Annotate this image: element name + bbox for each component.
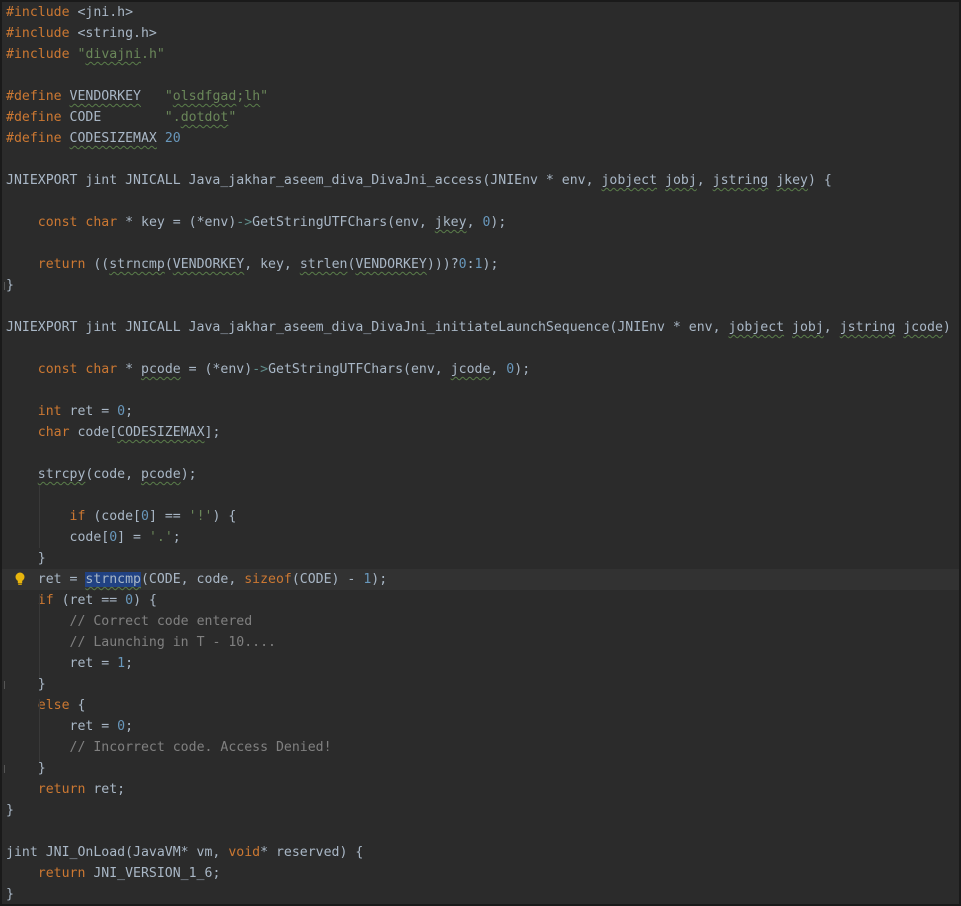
- fold-marker-icon[interactable]: [4, 681, 9, 689]
- code-line[interactable]: if (code[0] == '!') {: [2, 506, 959, 527]
- code-line[interactable]: JNIEXPORT jint JNICALL Java_jakhar_aseem…: [2, 170, 959, 191]
- code-line[interactable]: #define CODE ".dotdot": [2, 107, 959, 128]
- fold-marker-icon[interactable]: [4, 765, 9, 773]
- code-line[interactable]: [2, 65, 959, 86]
- indent-guide: [39, 699, 40, 762]
- code-line[interactable]: [2, 380, 959, 401]
- code-line[interactable]: return ret;: [2, 779, 959, 800]
- code-line[interactable]: [2, 233, 959, 254]
- code-line[interactable]: }: [2, 800, 959, 821]
- code-line[interactable]: ret = strncmp(CODE, code, sizeof(CODE) -…: [2, 569, 959, 590]
- code-line[interactable]: }: [2, 275, 959, 296]
- code-line[interactable]: return ((strncmp(VENDORKEY, key, strlen(…: [2, 254, 959, 275]
- code-line[interactable]: [2, 149, 959, 170]
- code-line[interactable]: [2, 296, 959, 317]
- code-line[interactable]: ret = 1;: [2, 653, 959, 674]
- code-line[interactable]: char code[CODESIZEMAX];: [2, 422, 959, 443]
- code-line[interactable]: #define CODESIZEMAX 20: [2, 128, 959, 149]
- code-line[interactable]: }: [2, 884, 959, 904]
- code-line[interactable]: // Launching in T - 10....: [2, 632, 959, 653]
- editor-frame: #include <jni.h> #include <string.h> #incl…: [0, 0, 961, 906]
- code-line[interactable]: jint JNI_OnLoad(JavaVM* vm, void* reserv…: [2, 842, 959, 863]
- lightbulb-icon[interactable]: [14, 571, 26, 587]
- indent-guide: [39, 594, 40, 678]
- code-line[interactable]: // Correct code entered: [2, 611, 959, 632]
- code-line[interactable]: #include <jni.h>: [2, 2, 959, 23]
- code-line[interactable]: [2, 821, 959, 842]
- code-line[interactable]: }: [2, 758, 959, 779]
- code-line[interactable]: #include <string.h>: [2, 23, 959, 44]
- code-line[interactable]: // Incorrect code. Access Denied!: [2, 737, 959, 758]
- indent-guide: [39, 485, 40, 548]
- code-line[interactable]: return JNI_VERSION_1_6;: [2, 863, 959, 884]
- code-line[interactable]: #define VENDORKEY "olsdfgad;lh": [2, 86, 959, 107]
- code-line[interactable]: int ret = 0;: [2, 401, 959, 422]
- code-line[interactable]: ret = 0;: [2, 716, 959, 737]
- code-editor[interactable]: #include <jni.h> #include <string.h> #incl…: [2, 2, 959, 904]
- code-line[interactable]: const char * key = (*env)->GetStringUTFC…: [2, 212, 959, 233]
- code-line[interactable]: code[0] = '.';: [2, 527, 959, 548]
- code-line[interactable]: #include "divajni.h": [2, 44, 959, 65]
- code-line[interactable]: [2, 485, 959, 506]
- code-line[interactable]: }: [2, 674, 959, 695]
- code-line[interactable]: }: [2, 548, 959, 569]
- code-line[interactable]: if (ret == 0) {: [2, 590, 959, 611]
- code-line[interactable]: const char * pcode = (*env)->GetStringUT…: [2, 359, 959, 380]
- code-line[interactable]: strcpy(code, pcode);: [2, 464, 959, 485]
- code-line[interactable]: else {: [2, 695, 959, 716]
- code-line[interactable]: JNIEXPORT jint JNICALL Java_jakhar_aseem…: [2, 317, 959, 338]
- code-line[interactable]: [2, 191, 959, 212]
- code-line[interactable]: [2, 443, 959, 464]
- fold-marker-icon[interactable]: [4, 282, 9, 290]
- code-line[interactable]: [2, 338, 959, 359]
